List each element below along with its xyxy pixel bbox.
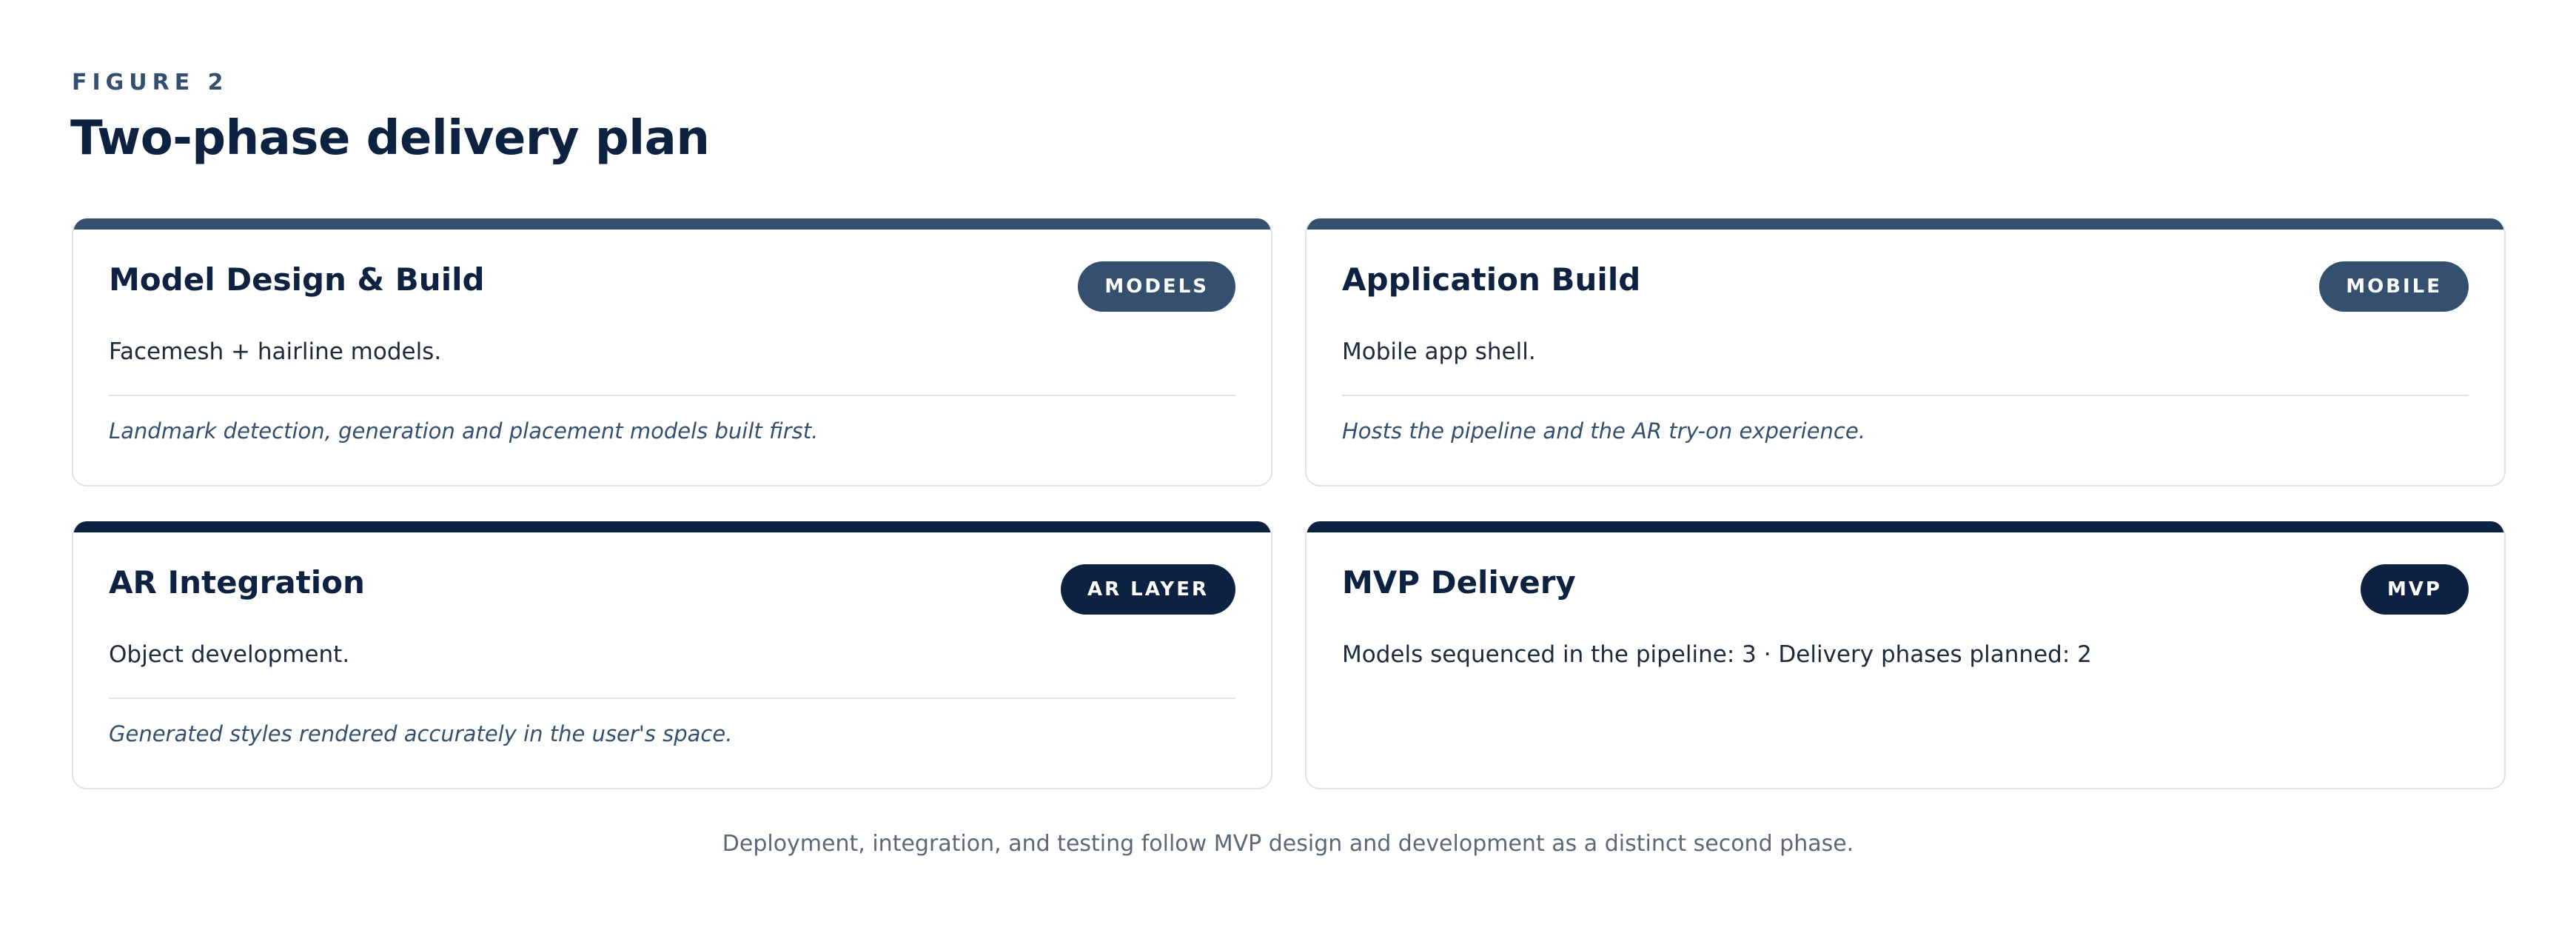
card-title: Application Build [1342,261,1641,298]
card-accent-bar [73,521,1271,532]
figure-footnote: Deployment, integration, and testing fol… [722,831,1854,857]
card-note: Landmark detection, generation and place… [109,418,819,444]
card-accent-bar [1307,521,2504,532]
card-ar-integration: AR Integration AR LAYER Object developme… [72,521,1272,789]
card-mvp-delivery: MVP Delivery MVP Models sequenced in the… [1305,521,2506,789]
card-title: Model Design & Build [109,261,485,298]
card-title: MVP Delivery [1342,564,1576,601]
card-divider [109,395,1235,396]
card-description: Mobile app shell. [1342,338,1536,365]
card-accent-bar [73,218,1271,230]
card-model-design: Model Design & Build MODELS Facemesh + h… [72,218,1272,486]
card-badge: MODELS [1078,261,1235,312]
card-note: Hosts the pipeline and the AR try-on exp… [1342,418,1865,444]
card-divider [109,698,1235,699]
card-description: Facemesh + hairline models. [109,338,442,365]
card-badge: AR LAYER [1060,564,1235,615]
card-description: Models sequenced in the pipeline: 3 · De… [1342,641,2092,668]
card-description: Object development. [109,641,350,668]
card-divider [1342,395,2469,396]
card-title: AR Integration [109,564,365,601]
card-application-build: Application Build MOBILE Mobile app shel… [1305,218,2506,486]
card-accent-bar [1307,218,2504,230]
card-note: Generated styles rendered accurately in … [109,721,733,746]
card-badge: MOBILE [2319,261,2469,312]
page-title: Two-phase delivery plan [70,111,710,166]
card-badge: MVP [2360,564,2469,615]
figure-label: FIGURE 2 [72,70,229,96]
